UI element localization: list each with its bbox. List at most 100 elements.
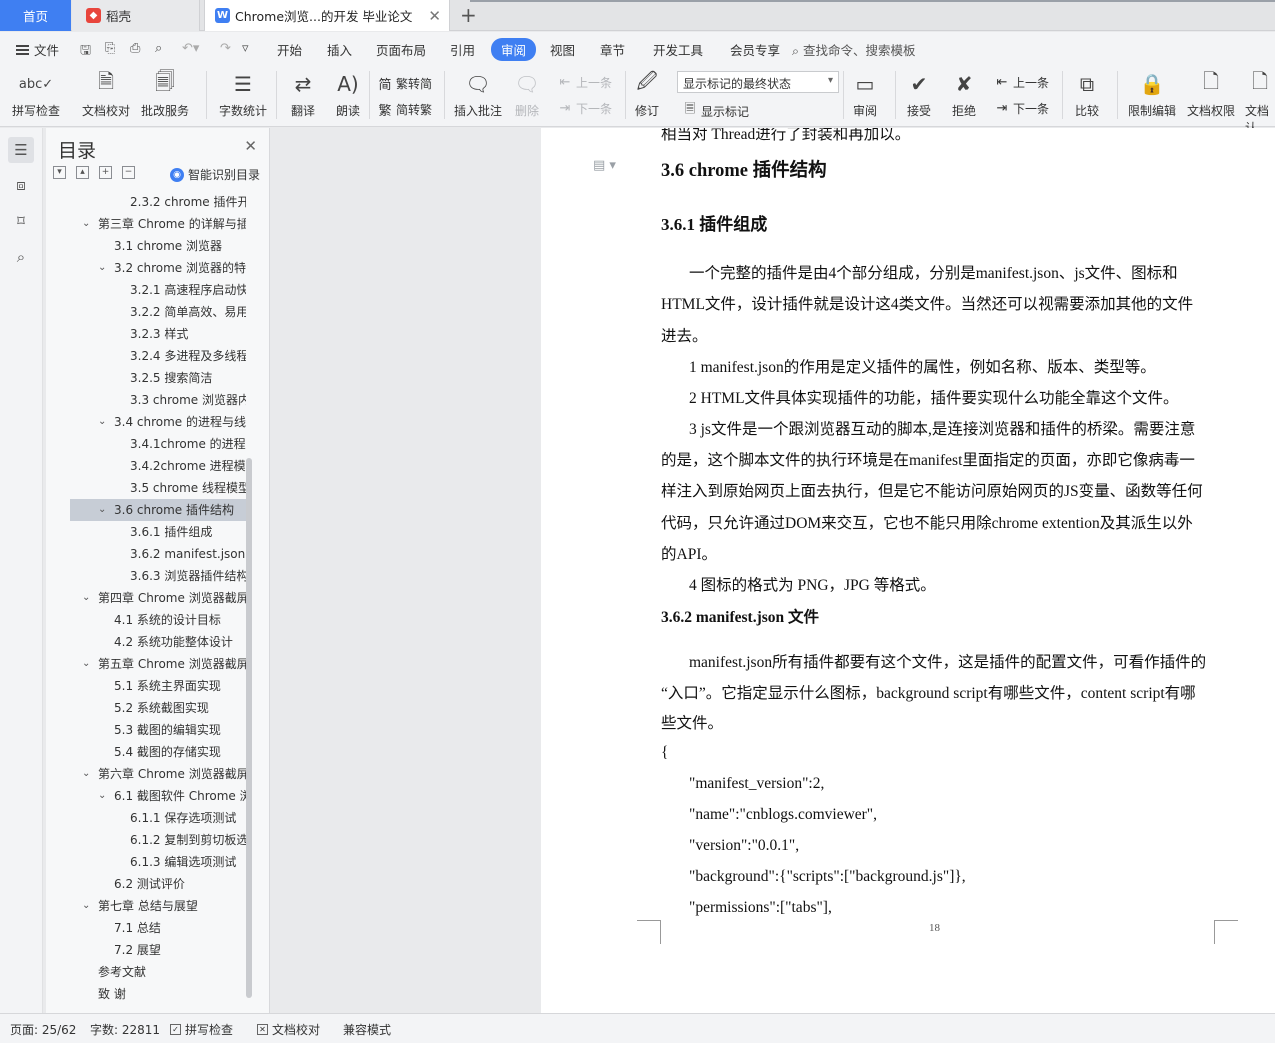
next-comment-button[interactable]: ⇥ 下一条: [557, 100, 612, 117]
redo-icon[interactable]: ↷: [220, 41, 231, 56]
menu-membership[interactable]: 会员专享: [730, 40, 780, 59]
expand-all-icon[interactable]: ▾: [53, 166, 66, 179]
show-markup-button[interactable]: 🗏 显示标记: [682, 100, 749, 122]
toc-item[interactable]: 参考文献: [70, 961, 246, 983]
toc-item[interactable]: 6.1.1 保存选项测试: [70, 807, 246, 829]
page-indicator[interactable]: 页面: 25/62: [10, 1021, 76, 1038]
annot-service-button[interactable]: 🗐 批改服务: [141, 69, 189, 119]
chevron-down-icon[interactable]: ⌄: [82, 653, 90, 675]
chevron-down-icon[interactable]: ⌄: [82, 587, 90, 609]
collapse-all-icon[interactable]: ▴: [76, 166, 89, 179]
toc-item[interactable]: ⌄ 第四章 Chrome 浏览器截屏...: [70, 587, 246, 609]
doc-permission-button[interactable]: 🗋 文档权限: [1187, 69, 1235, 119]
close-tab-icon[interactable]: ✕: [428, 7, 441, 25]
spell-check-toggle[interactable]: ✓ 拼写检查: [170, 1021, 233, 1038]
toc-item[interactable]: 4.2 系统功能整体设计: [70, 631, 246, 653]
menu-reference[interactable]: 引用: [450, 40, 475, 59]
markup-state-select[interactable]: 显示标记的最终状态: [677, 71, 839, 93]
toc-item[interactable]: 3.5 chrome 线程模型: [70, 477, 246, 499]
toc-item[interactable]: 5.4 截图的存储实现: [70, 741, 246, 763]
tab-home[interactable]: 首页: [0, 0, 71, 31]
chevron-down-icon[interactable]: ⌄: [82, 895, 90, 917]
read-aloud-button[interactable]: A) 朗读: [333, 69, 363, 119]
toc-item[interactable]: ⌄ 6.1 截图软件 Chrome 浏...: [70, 785, 246, 807]
toc-item[interactable]: 5.3 截图的编辑实现: [70, 719, 246, 741]
new-tab-icon[interactable]: +: [460, 3, 477, 27]
toc-item[interactable]: 5.1 系统主界面实现: [70, 675, 246, 697]
toc-item[interactable]: 7.2 展望: [70, 939, 246, 961]
toc-item[interactable]: 致 谢: [70, 983, 246, 1005]
chevron-down-icon[interactable]: ⌄: [98, 785, 106, 807]
toc-item[interactable]: 2.3.2 chrome 插件开...: [70, 191, 246, 213]
undo-icon[interactable]: ↶▾: [182, 41, 199, 56]
paragraph-layout-icon[interactable]: ▤ ▾: [593, 158, 616, 173]
simp-to-trad-button[interactable]: 繁 简转繁: [377, 100, 432, 119]
doc-proof-button[interactable]: 🗎 文档校对: [82, 69, 130, 119]
toc-item[interactable]: 3.1 chrome 浏览器: [70, 235, 246, 257]
toc-item[interactable]: 6.1.3 编辑选项测试: [70, 851, 246, 873]
toc-item[interactable]: 3.2.1 高速程序启动快...: [70, 279, 246, 301]
restrict-edit-button[interactable]: 🔒 限制编辑: [1128, 69, 1176, 119]
menu-page-layout[interactable]: 页面布局: [376, 40, 426, 59]
accept-button[interactable]: ✔ 接受: [904, 69, 934, 119]
menu-developer[interactable]: 开发工具: [653, 40, 703, 59]
doc-proof-toggle[interactable]: ✕ 文档校对: [257, 1021, 320, 1038]
toc-item[interactable]: 5.2 系统截图实现: [70, 697, 246, 719]
review-pane-button[interactable]: ▭ 审阅: [850, 69, 880, 119]
menu-start[interactable]: 开始: [277, 40, 302, 59]
toc-item[interactable]: 3.2.5 搜索简洁: [70, 367, 246, 389]
search-icon[interactable]: ⌕: [8, 244, 34, 270]
format-brush-icon[interactable]: ⎘: [105, 41, 115, 56]
toc-item[interactable]: 3.6.3 浏览器插件结构: [70, 565, 246, 587]
toc-scrollbar[interactable]: [246, 458, 252, 998]
toc-panel-icon[interactable]: ☰: [8, 137, 34, 163]
doc-cert-button[interactable]: 🗋 文档认: [1245, 69, 1275, 136]
toc-item[interactable]: ⌄ 第七章 总结与展望: [70, 895, 246, 917]
next-change-button[interactable]: ⇥ 下一条: [994, 100, 1049, 117]
chevron-down-icon[interactable]: ⌄: [82, 213, 90, 235]
toc-item[interactable]: 3.2.4 多进程及多线程...: [70, 345, 246, 367]
insert-comment-button[interactable]: 🗨 插入批注: [454, 69, 502, 119]
add-entry-icon[interactable]: +: [99, 166, 112, 179]
toc-item[interactable]: ⌄ 第三章 Chrome 的详解与插...: [70, 213, 246, 235]
menu-view[interactable]: 视图: [550, 40, 575, 59]
chevron-down-icon[interactable]: ⌄: [98, 257, 106, 279]
menu-insert[interactable]: 插入: [327, 40, 352, 59]
chapter-nav-icon[interactable]: ⧈: [8, 172, 34, 198]
toc-item[interactable]: 3.6.2 manifest.json ...: [70, 543, 246, 565]
chevron-down-icon[interactable]: ⌄: [98, 411, 106, 433]
prev-comment-button[interactable]: ⇤ 上一条: [557, 74, 612, 91]
toc-item[interactable]: ⌄ 3.6 chrome 插件结构: [70, 499, 246, 521]
toc-item[interactable]: 3.3 chrome 浏览器内...: [70, 389, 246, 411]
delete-comment-button[interactable]: 🗨 删除: [512, 69, 542, 119]
toc-item[interactable]: 3.4.2chrome 进程模...: [70, 455, 246, 477]
word-count-indicator[interactable]: 字数: 22811: [90, 1021, 160, 1038]
word-count-button[interactable]: ☰ 字数统计: [219, 69, 267, 119]
revise-button[interactable]: 🖉 修订: [632, 69, 662, 119]
customize-quick-access-icon[interactable]: ▿: [242, 41, 249, 56]
smart-toc-button[interactable]: ◉ 智能识别目录: [170, 166, 260, 183]
translate-button[interactable]: ⇄ 翻译: [288, 69, 318, 119]
compare-button[interactable]: ⧉ 比较: [1072, 69, 1102, 119]
prev-change-button[interactable]: ⇤ 上一条: [994, 74, 1049, 91]
chevron-down-icon[interactable]: ⌄: [82, 763, 90, 785]
toc-item[interactable]: ⌄ 第六章 Chrome 浏览器截屏...: [70, 763, 246, 785]
toc-item[interactable]: 6.1.2 复制到剪切板选...: [70, 829, 246, 851]
remove-entry-icon[interactable]: −: [122, 166, 135, 179]
reject-button[interactable]: ✘ 拒绝: [949, 69, 979, 119]
toc-item[interactable]: 3.4.1chrome 的进程...: [70, 433, 246, 455]
trad-to-simp-button[interactable]: 简 繁转简: [377, 74, 432, 93]
toc-item[interactable]: ⌄ 3.4 chrome 的进程与线...: [70, 411, 246, 433]
toc-item[interactable]: 4.1 系统的设计目标: [70, 609, 246, 631]
tab-daoke[interactable]: ◆ 稻壳: [72, 0, 200, 31]
toc-item[interactable]: ⌄ 第五章 Chrome 浏览器截屏...: [70, 653, 246, 675]
menu-section[interactable]: 章节: [600, 40, 625, 59]
toc-item[interactable]: ⌄ 3.2 chrome 浏览器的特...: [70, 257, 246, 279]
document-page[interactable]: 相当对 Thread进行了封装和再加以。 ▤ ▾ 3.6 chrome 插件结构…: [541, 128, 1275, 1013]
toc-item[interactable]: 7.1 总结: [70, 917, 246, 939]
bookmark-icon[interactable]: ⌑: [8, 208, 34, 234]
toc-item[interactable]: 3.6.1 插件组成: [70, 521, 246, 543]
toc-item[interactable]: 6.2 测试评价: [70, 873, 246, 895]
close-icon[interactable]: ✕: [244, 137, 257, 155]
toc-item[interactable]: 3.2.3 样式: [70, 323, 246, 345]
